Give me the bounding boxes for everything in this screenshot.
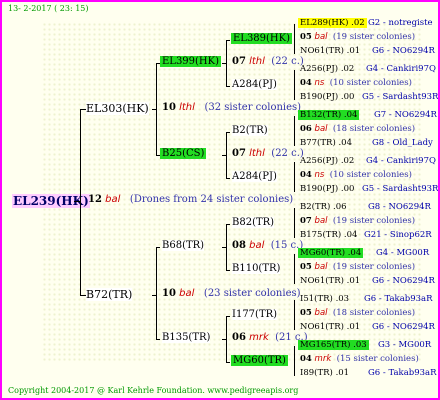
gen4-drone-info: 05 bal (19 sister colonies) bbox=[300, 32, 416, 42]
connector bbox=[152, 295, 156, 296]
gen2-b-queen[interactable]: B25(CS) bbox=[160, 148, 207, 159]
gen2-a-info: 07 lthl (22 c.) bbox=[232, 56, 304, 67]
gen4-bottom-queen[interactable]: I89(TR) .01 bbox=[300, 368, 349, 378]
connector bbox=[226, 316, 227, 362]
gen1-top-info: 10 lthl (32 sister colonies) bbox=[162, 102, 302, 113]
connector bbox=[226, 86, 230, 87]
connector bbox=[222, 339, 226, 340]
gen3-d1-queen[interactable]: I177(TR) bbox=[232, 309, 278, 320]
connector bbox=[294, 208, 295, 238]
connector bbox=[294, 346, 295, 376]
gen2-d-info: 06 mrk (21 c.) bbox=[232, 332, 308, 343]
gen4-top-queen[interactable]: MG60(TR) .04 bbox=[298, 248, 364, 258]
gen4-bottom-queen[interactable]: B190(PJ) .00 bbox=[300, 184, 354, 194]
gen4-bottom-queen[interactable]: B190(PJ) .00 bbox=[300, 92, 354, 102]
gen4-bottom-source: G6 - NO6294R bbox=[372, 46, 435, 56]
connector bbox=[222, 63, 226, 64]
root-class: bal bbox=[105, 194, 121, 205]
gen3-a2-queen[interactable]: A284(PJ) bbox=[232, 79, 277, 90]
gen4-drone-info: 05 bal (19 sister colonies) bbox=[300, 262, 416, 272]
connector bbox=[294, 254, 295, 284]
connector bbox=[226, 40, 227, 86]
connector bbox=[226, 224, 227, 270]
gen4-top-source: G4 - MG00R bbox=[376, 248, 430, 258]
gen4-top-queen[interactable]: A256(PJ) .02 bbox=[300, 64, 354, 74]
gen4-top-queen[interactable]: B2(TR) .06 bbox=[300, 202, 347, 212]
gen3-a1-queen[interactable]: EL389(HK) bbox=[231, 33, 293, 44]
gen4-top-source: G3 - MG00R bbox=[378, 340, 432, 350]
gen4-bottom-source: G6 - NO6294R bbox=[372, 322, 435, 332]
gen4-bottom-queen[interactable]: B77(TR) .04 bbox=[300, 138, 352, 148]
connector bbox=[80, 109, 81, 295]
connector bbox=[222, 247, 226, 248]
gen4-top-source: G4 - Cankiri97Q bbox=[366, 64, 436, 74]
gen4-drone-info: 04 mrk (15 sister colonies) bbox=[300, 354, 419, 364]
footer-copyright: Copyright 2004-2017 @ Karl Kehrle Founda… bbox=[8, 386, 299, 395]
gen4-drone-info: 04 ns (10 sister colonies) bbox=[300, 170, 412, 180]
gen4-drone-info: 05 bal (18 sister colonies) bbox=[300, 308, 416, 318]
connector bbox=[222, 155, 226, 156]
gen4-top-queen[interactable]: MG165(TR) .03 bbox=[298, 340, 369, 350]
connector bbox=[226, 362, 230, 363]
gen1-bottom-queen[interactable]: B72(TR) bbox=[86, 288, 133, 301]
connector bbox=[294, 162, 295, 192]
gen4-bottom-queen[interactable]: NO61(TR) .01 bbox=[300, 322, 360, 332]
gen2-a-queen[interactable]: EL399(HK) bbox=[160, 56, 222, 67]
pedigree-frame: 13- 2-2017 ( 23: 15) EL239(HK) 12 bal (D… bbox=[0, 0, 440, 400]
connector bbox=[226, 40, 230, 41]
gen4-bottom-source: G5 - Sardasht93R bbox=[362, 184, 439, 194]
gen4-bottom-source: G21 - Sinop62R bbox=[364, 230, 432, 240]
gen4-top-queen[interactable]: A256(PJ) .02 bbox=[300, 156, 354, 166]
connector bbox=[226, 316, 230, 317]
gen4-top-queen[interactable]: EL289(HK) .02 bbox=[298, 18, 367, 28]
gen2-d-queen[interactable]: B135(TR) bbox=[162, 332, 211, 343]
gen3-c1-queen[interactable]: B82(TR) bbox=[232, 217, 275, 228]
gen3-b2-queen[interactable]: A284(PJ) bbox=[232, 171, 277, 182]
connector bbox=[226, 132, 227, 178]
gen4-drone-info: 06 bal (18 sister colonies) bbox=[300, 124, 416, 134]
connector bbox=[156, 63, 157, 155]
root-num: 12 bbox=[88, 194, 102, 205]
root-note: (Drones from 24 sister colonies) bbox=[129, 194, 294, 205]
gen4-bottom-source: G6 - NO6294R bbox=[372, 276, 435, 286]
connector bbox=[156, 247, 160, 248]
gen4-drone-info: 04 ns (10 sister colonies) bbox=[300, 78, 412, 88]
gen2-c-queen[interactable]: B68(TR) bbox=[162, 240, 205, 251]
gen4-bottom-source: G6 - Takab93aR bbox=[368, 368, 437, 378]
gen2-b-info: 07 lthl (22 c.) bbox=[232, 148, 304, 159]
gen4-top-source: G6 - Takab93aR bbox=[364, 294, 433, 304]
connector bbox=[294, 70, 295, 100]
gen4-drone-info: 07 bal (19 sister colonies) bbox=[300, 216, 416, 226]
gen4-bottom-queen[interactable]: NO61(TR) .01 bbox=[300, 46, 360, 56]
gen3-b1-queen[interactable]: B2(TR) bbox=[232, 125, 268, 136]
root-drone-info: 12 bal (Drones from 24 sister colonies) bbox=[88, 194, 293, 205]
gen4-top-source: G4 - Cankiri97Q bbox=[366, 156, 436, 166]
connector bbox=[226, 178, 230, 179]
gen4-bottom-queen[interactable]: B175(TR) .04 bbox=[300, 230, 357, 240]
connector bbox=[294, 116, 295, 146]
gen4-top-source: G2 - notregiste bbox=[368, 18, 433, 28]
gen4-bottom-queen[interactable]: NO61(TR) .01 bbox=[300, 276, 360, 286]
date-stamp: 13- 2-2017 ( 23: 15) bbox=[8, 4, 89, 13]
connector bbox=[74, 201, 80, 202]
gen4-bottom-source: G8 - Old_Lady bbox=[372, 138, 433, 148]
gen3-d2-queen[interactable]: MG60(TR) bbox=[231, 355, 288, 366]
gen1-top-queen[interactable]: EL303(HK) bbox=[86, 102, 149, 115]
connector bbox=[226, 270, 230, 271]
connector bbox=[226, 224, 230, 225]
connector bbox=[294, 24, 295, 54]
gen3-c2-queen[interactable]: B110(TR) bbox=[232, 263, 281, 274]
connector bbox=[294, 300, 295, 330]
gen4-top-source: G7 - NO6294R bbox=[374, 110, 437, 120]
gen4-top-queen[interactable]: B132(TR) .04 bbox=[298, 110, 360, 120]
gen1-bottom-info: 10 bal (23 sister colonies) bbox=[162, 288, 301, 299]
gen2-c-info: 08 bal (15 c.) bbox=[232, 240, 304, 251]
gen4-top-source: G8 - NO6294R bbox=[368, 202, 431, 212]
connector bbox=[152, 109, 156, 110]
connector bbox=[156, 339, 160, 340]
connector bbox=[156, 247, 157, 339]
connector bbox=[226, 132, 230, 133]
gen4-bottom-source: G5 - Sardasht93R bbox=[362, 92, 439, 102]
gen4-top-queen[interactable]: I51(TR) .03 bbox=[300, 294, 349, 304]
